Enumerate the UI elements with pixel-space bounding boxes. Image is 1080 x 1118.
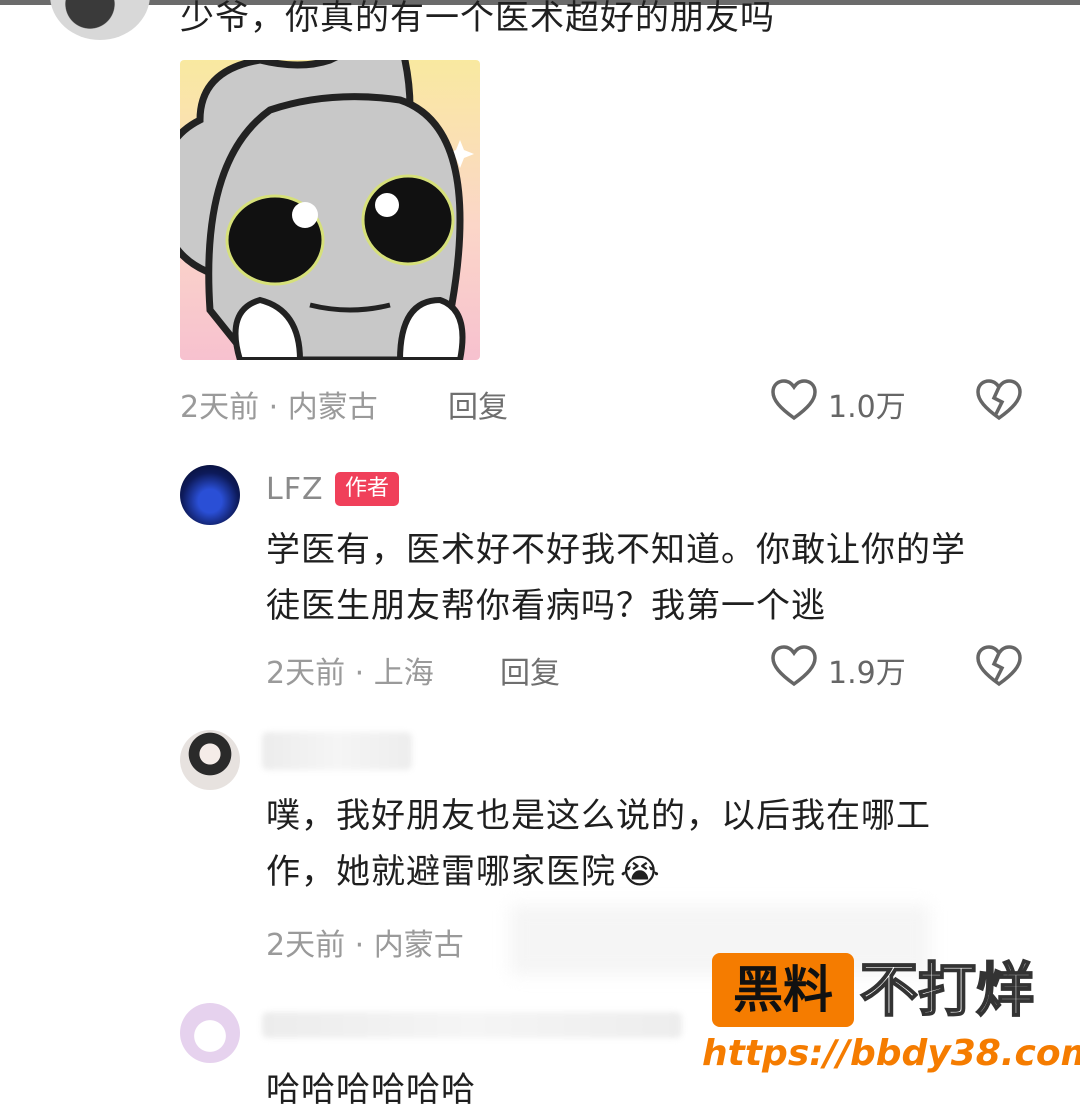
comment-text-line: 徒医生朋友帮你看病吗？我第一个逃 [266,586,826,626]
reply-button[interactable]: 回复 [448,382,508,426]
heart-icon[interactable] [770,644,818,688]
like-count: 1.9万 [828,656,906,691]
avatar[interactable] [180,465,240,525]
comment-text-line: 学医有，医术好不好我不知道。你敢让你的学 [266,530,966,570]
broken-heart-icon[interactable] [975,644,1023,688]
author-badge: 作者 [335,472,400,506]
broken-heart-icon[interactable] [975,378,1023,422]
author-name-blurred [262,1012,682,1038]
crying-emoji-icon: 😭 [620,852,661,892]
comment-meta: 2天前 · 上海 [266,656,434,691]
author-name-blurred [262,732,412,770]
like-count: 1.0万 [828,390,906,425]
avatar[interactable] [50,0,150,40]
comment-text-line: 噗，我好朋友也是这么说的，以后我在哪工 [266,796,931,836]
watermark-black-label: 黑料 [712,953,854,1027]
reply-button[interactable]: 回复 [500,648,560,692]
comment-text: 少爷，你真的有一个医术超好的朋友吗 [180,0,775,38]
comment-meta: 2天前 · 内蒙古 [180,390,378,425]
avatar[interactable] [180,1003,240,1063]
avatar[interactable] [180,730,240,790]
comment-meta: 2天前 · 内蒙古 [266,928,464,963]
watermark-url: https://bbdy38.com [702,1033,1080,1074]
author-name[interactable]: LFZ [266,472,324,507]
watermark-main-label: 不打烊 [859,955,1035,1025]
heart-icon[interactable] [770,378,818,422]
comment-text-line: 作，她就避雷哪家医院 [266,852,616,892]
watermark-logo: 黑料 不打烊 https://bbdy38.com [702,953,1080,1083]
sticker-image[interactable] [180,60,480,360]
comment-text: 哈哈哈哈哈哈 [266,1070,476,1110]
